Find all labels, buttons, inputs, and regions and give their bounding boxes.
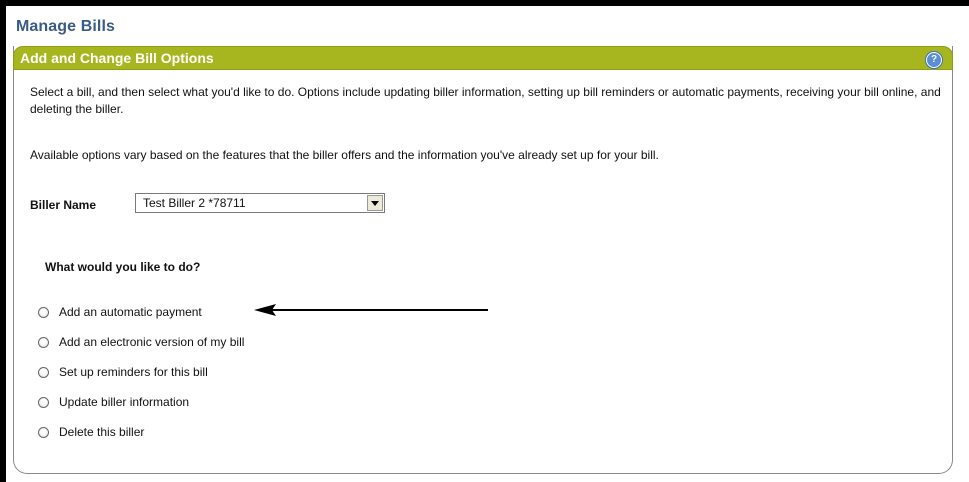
biller-name-selected-value: Test Biller 2 *78711 [143,196,246,210]
chevron-down-icon[interactable] [367,195,383,211]
option-label: Delete this biller [59,425,145,439]
option-add-automatic-payment[interactable]: Add an automatic payment [38,303,202,321]
description-paragraph-1: Select a bill, and then select what you'… [30,85,941,116]
biller-name-select[interactable]: Test Biller 2 *78711 [135,193,385,213]
option-add-electronic-bill[interactable]: Add an electronic version of my bill [38,333,244,351]
question-heading: What would you like to do? [45,260,201,274]
option-update-biller-information[interactable]: Update biller information [38,393,189,411]
pointer-arrow-icon [254,304,488,316]
page-title: Manage Bills [16,18,116,35]
radio-button[interactable] [38,336,49,348]
option-label: Update biller information [59,395,190,409]
description-paragraph-2: Available options vary based on the feat… [30,148,659,162]
option-label: Add an electronic version of my bill [59,335,245,349]
option-delete-biller[interactable]: Delete this biller [38,423,144,441]
biller-name-label: Biller Name [30,198,97,212]
option-set-up-reminders[interactable]: Set up reminders for this bill [38,363,208,381]
radio-button[interactable] [38,426,49,438]
radio-button[interactable] [38,396,49,408]
radio-button[interactable] [38,366,49,378]
radio-button[interactable] [38,306,49,318]
panel-title: Add and Change Bill Options [20,50,214,66]
option-label: Add an automatic payment [59,305,202,319]
help-icon[interactable]: ? [926,52,942,68]
option-label: Set up reminders for this bill [59,365,208,379]
